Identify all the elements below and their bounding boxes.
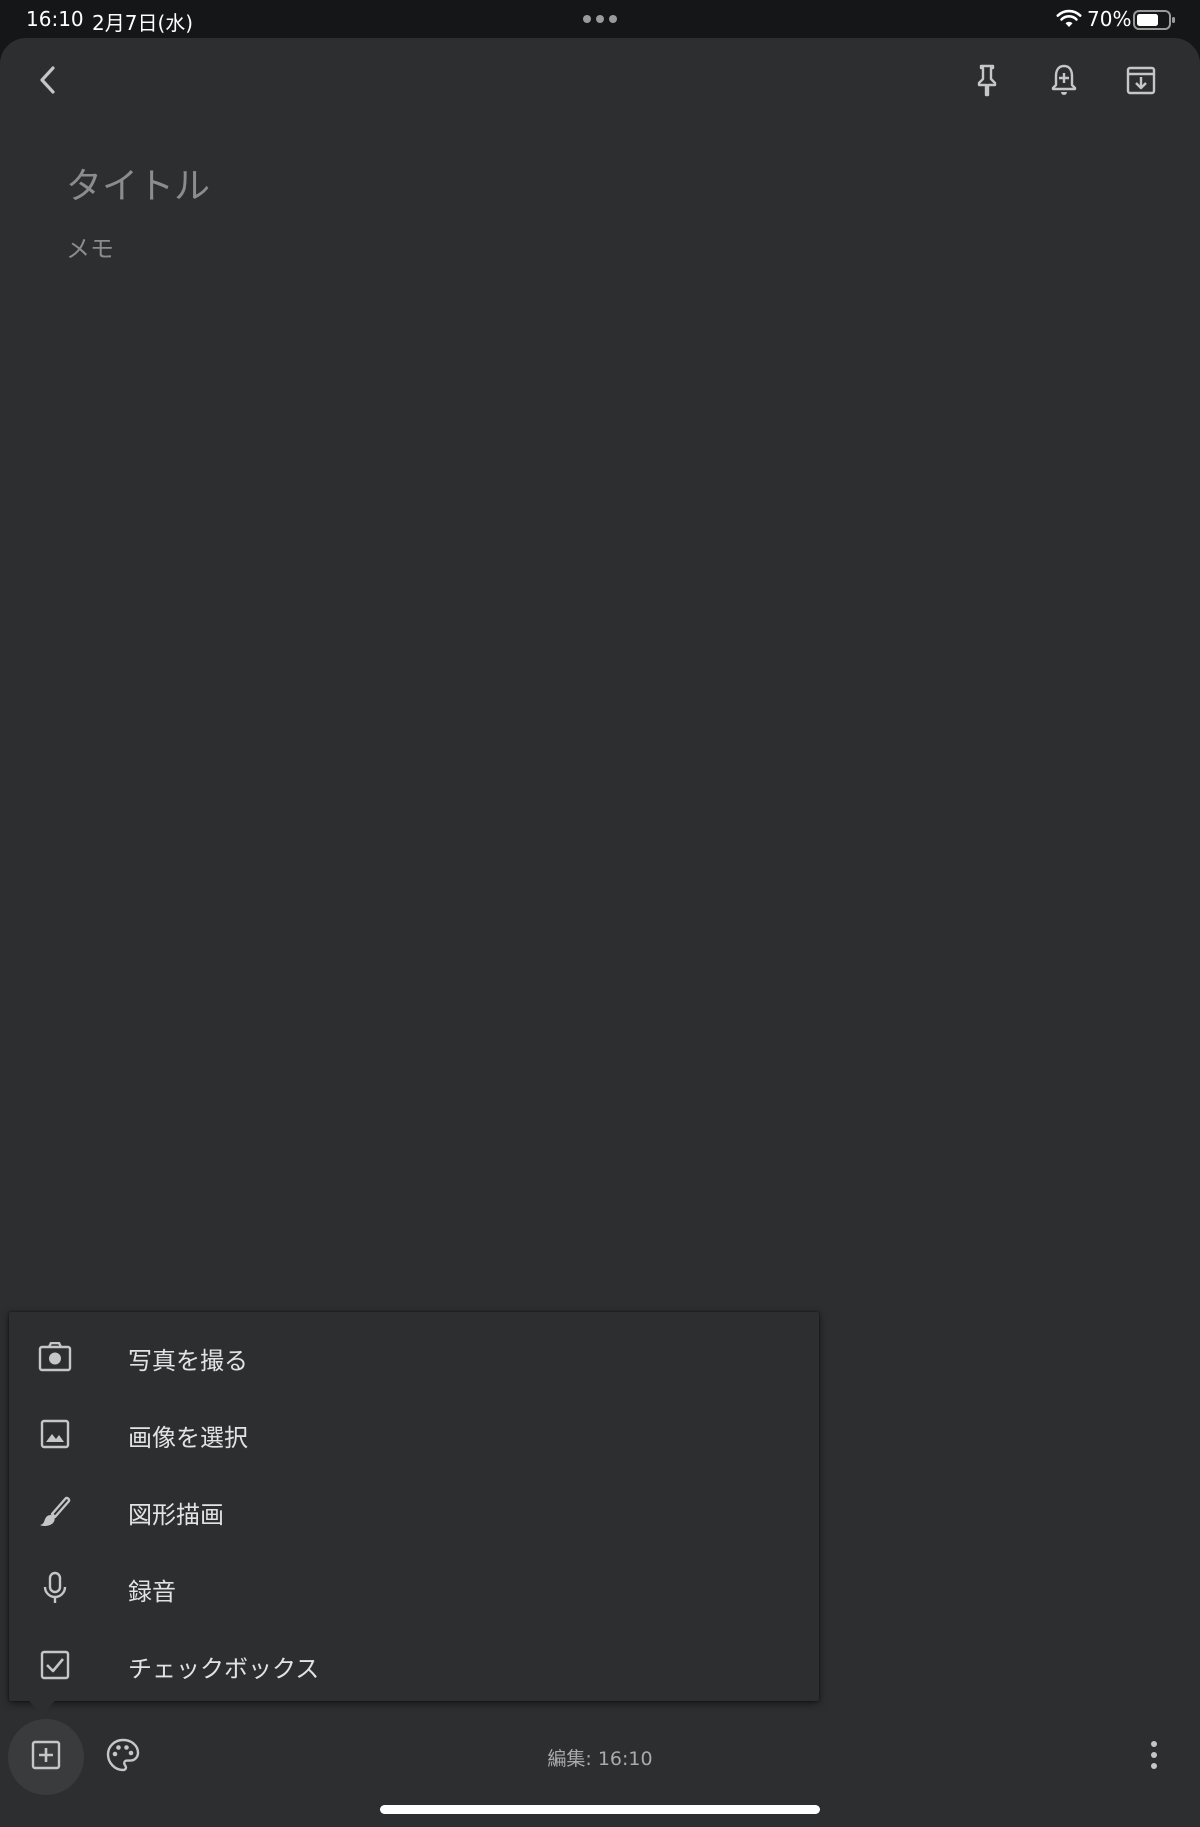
menu-item-label: 写真を撮る bbox=[128, 1347, 248, 1375]
menu-item-choose-image[interactable]: 画像を選択 bbox=[9, 1395, 819, 1472]
menu-pointer-caret bbox=[28, 1700, 56, 1714]
more-vertical-icon bbox=[1149, 1740, 1159, 1774]
menu-item-label: チェックボックス bbox=[128, 1655, 320, 1683]
more-options-button[interactable] bbox=[1126, 1729, 1182, 1785]
background-color-button[interactable] bbox=[95, 1729, 151, 1785]
microphone-icon bbox=[35, 1568, 75, 1608]
menu-item-take-photo[interactable]: 写真を撮る bbox=[9, 1318, 819, 1395]
menu-item-drawing[interactable]: 図形描画 bbox=[9, 1472, 819, 1549]
reminder-button[interactable] bbox=[1036, 54, 1092, 110]
back-button[interactable] bbox=[20, 54, 76, 110]
menu-item-label: 録音 bbox=[128, 1578, 176, 1606]
note-body-input[interactable] bbox=[66, 229, 1066, 269]
add-box-icon bbox=[30, 1739, 62, 1775]
menu-item-record-audio[interactable]: 録音 bbox=[9, 1549, 819, 1626]
chevron-left-icon bbox=[32, 64, 64, 100]
wifi-icon bbox=[1056, 9, 1082, 34]
status-time: 16:10 bbox=[26, 7, 84, 31]
battery-icon bbox=[1133, 9, 1177, 36]
image-icon bbox=[35, 1414, 75, 1454]
menu-item-label: 画像を選択 bbox=[128, 1424, 248, 1452]
add-content-menu: 写真を撮る 画像を選択 図形描画 録音 チェックボックス bbox=[9, 1312, 819, 1701]
palette-icon bbox=[105, 1737, 141, 1777]
add-content-button[interactable] bbox=[8, 1719, 84, 1795]
checkbox-icon bbox=[35, 1645, 75, 1685]
pin-icon bbox=[971, 63, 1003, 101]
multitasking-dots-icon[interactable] bbox=[583, 15, 617, 23]
add-alert-bell-icon bbox=[1048, 63, 1080, 101]
status-bar: 16:10 2月7日(水) 70% bbox=[0, 0, 1200, 38]
last-edited-label: 編集: 16:10 bbox=[547, 1748, 653, 1770]
home-indicator[interactable] bbox=[380, 1805, 820, 1814]
menu-item-label: 図形描画 bbox=[128, 1501, 224, 1529]
battery-percent: 70% bbox=[1087, 7, 1132, 31]
pin-button[interactable] bbox=[959, 54, 1015, 110]
brush-icon bbox=[35, 1491, 75, 1531]
status-date: 2月7日(水) bbox=[92, 11, 194, 35]
title-input[interactable] bbox=[66, 158, 1066, 214]
menu-item-checkboxes[interactable]: チェックボックス bbox=[9, 1626, 819, 1703]
archive-icon bbox=[1125, 64, 1157, 100]
camera-icon bbox=[35, 1337, 75, 1377]
archive-button[interactable] bbox=[1113, 54, 1169, 110]
